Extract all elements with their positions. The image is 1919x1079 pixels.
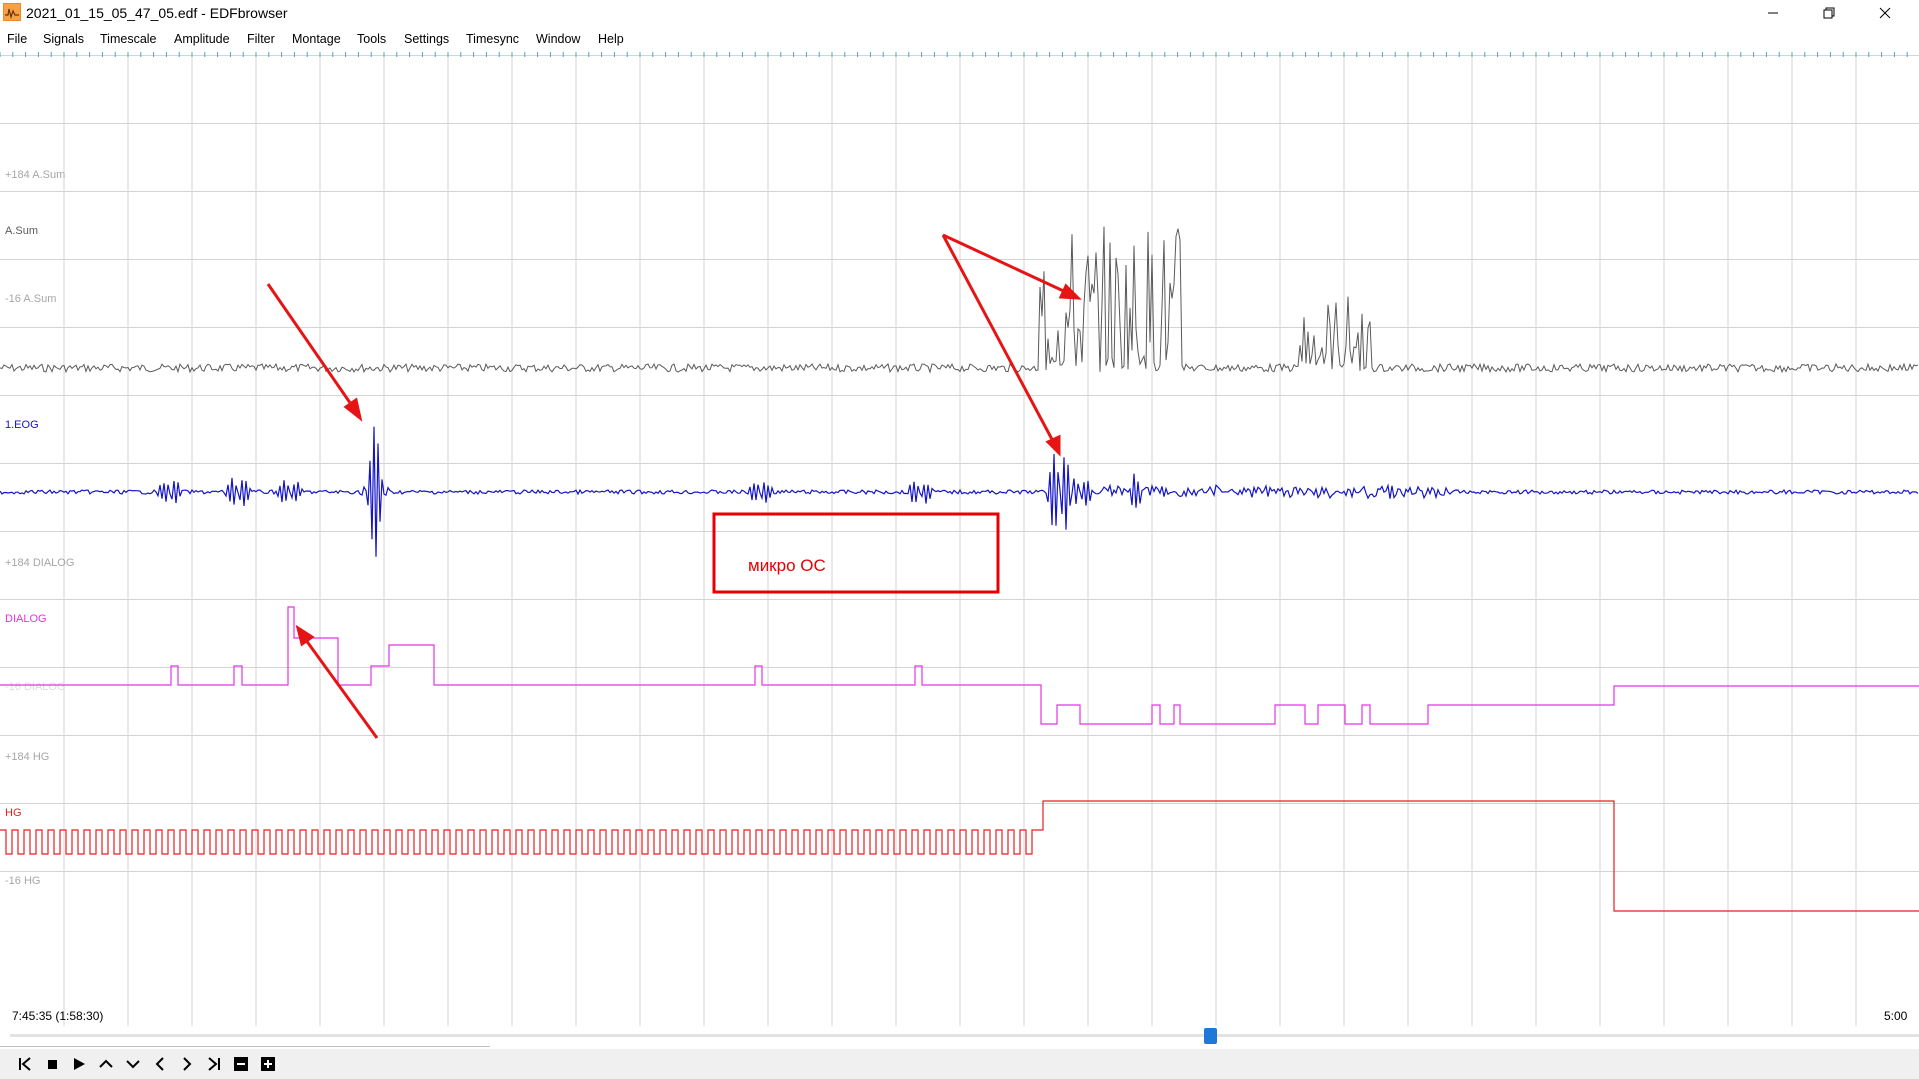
- asum-signal-label[interactable]: A.Sum: [5, 225, 38, 237]
- eog-trace: [0, 426, 1919, 557]
- skip-end-icon: [208, 1057, 220, 1071]
- hg-lower-label: -16 HG: [5, 875, 40, 887]
- time-scrollbar[interactable]: [10, 1028, 1919, 1044]
- dialog-signal-label[interactable]: DIALOG: [5, 613, 47, 625]
- arrow-eog-right-head: [1045, 434, 1061, 457]
- arrow-dialog-head: [295, 624, 315, 647]
- play-button[interactable]: [68, 1053, 90, 1075]
- zoom-out-icon: [234, 1057, 248, 1071]
- arrow-eog-left: [266, 283, 357, 411]
- dialog-lower-label: -16 DIALOG: [5, 681, 66, 693]
- annotation-label: микро ОС: [748, 556, 826, 575]
- play-icon: [74, 1058, 85, 1070]
- stop-icon: [48, 1060, 57, 1069]
- next-page-button[interactable]: [176, 1053, 198, 1075]
- top-tick-marks: [0, 52, 1908, 57]
- eog-signal-label[interactable]: 1.EOG: [5, 419, 39, 431]
- toolbar-divider: [0, 1046, 490, 1047]
- scroll-down-icon: [126, 1060, 140, 1069]
- time-start-label: 7:45:35 (1:58:30): [12, 1009, 104, 1023]
- dialog-upper-label: +184 DIALOG: [5, 557, 74, 569]
- asum-upper-label: +184 A.Sum: [5, 169, 65, 181]
- arrow-dialog: [301, 635, 379, 739]
- time-end-label: 5:00: [1884, 1009, 1908, 1023]
- playback-toolbar: [0, 1049, 1919, 1079]
- scrollbar-track[interactable]: [10, 1034, 1919, 1037]
- hg-signal-label[interactable]: HG: [5, 807, 22, 819]
- asum-lower-label: -16 A.Sum: [5, 293, 56, 305]
- zoom-in-button[interactable]: [257, 1053, 279, 1075]
- zoom-in-icon: [261, 1057, 275, 1071]
- arrow-asum: [942, 233, 1071, 296]
- skip-start-icon: [19, 1057, 31, 1071]
- prev-page-icon: [155, 1057, 164, 1071]
- skip-end-button[interactable]: [203, 1053, 225, 1075]
- annotation-box: [712, 512, 1000, 594]
- plot-grid: [0, 55, 1919, 1026]
- scroll-up-button[interactable]: [95, 1053, 117, 1075]
- stop-button[interactable]: [41, 1053, 63, 1075]
- skip-start-button[interactable]: [14, 1053, 36, 1075]
- scrollbar-thumb[interactable]: [1204, 1028, 1217, 1044]
- arrow-asum-head: [1058, 283, 1082, 300]
- next-page-icon: [183, 1057, 192, 1071]
- arrow-eog-left-head: [343, 397, 363, 422]
- signal-plot[interactable]: +184 A.Sum A.Sum -16 A.Sum 1.EOG +184 DI…: [0, 0, 1919, 1030]
- zoom-out-button[interactable]: [230, 1053, 252, 1075]
- hg-upper-label: +184 HG: [5, 751, 49, 763]
- scroll-up-icon: [99, 1059, 113, 1068]
- prev-page-button[interactable]: [149, 1053, 171, 1075]
- scroll-down-button[interactable]: [122, 1053, 144, 1075]
- asum-trace: [0, 226, 1919, 374]
